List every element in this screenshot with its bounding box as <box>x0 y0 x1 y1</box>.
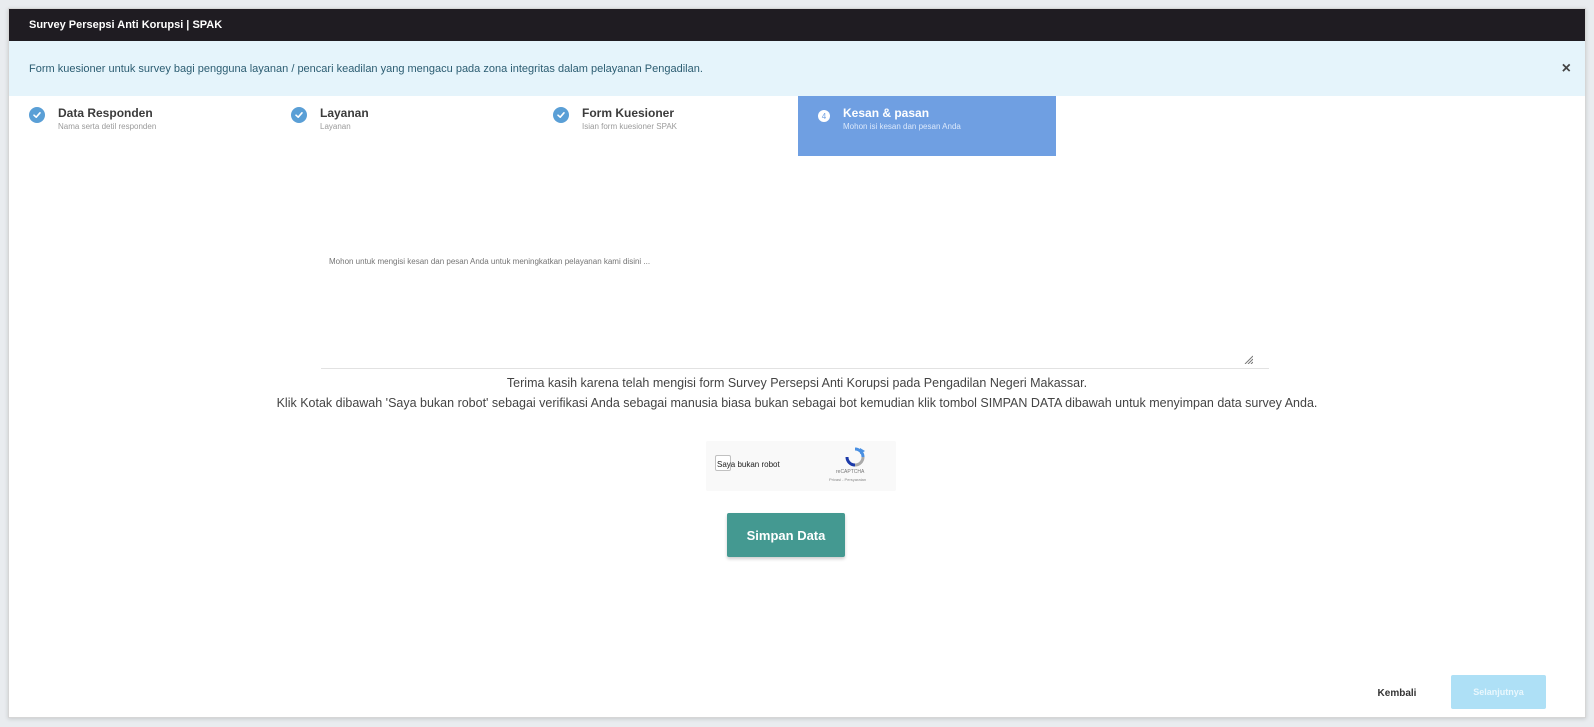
thanks-message: Terima kasih karena telah mengisi form S… <box>506 376 1088 390</box>
next-button[interactable]: Selanjutnya <box>1451 675 1546 709</box>
recaptcha-brand: reCAPTCHA <box>836 469 865 475</box>
window-title-bar: Survey Persepsi Anti Korupsi | SPAK <box>9 9 1585 41</box>
step-layanan[interactable]: Layanan Layanan <box>271 96 529 156</box>
save-button[interactable]: Simpan Data <box>727 513 845 557</box>
recaptcha-logo-icon <box>843 447 867 467</box>
step-label: Data Responden <box>58 106 153 120</box>
recaptcha-terms[interactable]: Privasi - Persyaratan <box>829 477 866 482</box>
form-content: Terima kasih karena telah mengisi form S… <box>9 156 1585 716</box>
info-text: Form kuesioner untuk survey bagi penggun… <box>29 62 703 75</box>
step-label: Layanan <box>320 106 369 120</box>
back-button[interactable]: Kembali <box>1352 680 1442 706</box>
check-circle-icon <box>553 107 569 123</box>
step-sublabel: Layanan <box>320 122 351 131</box>
step-sublabel: Isian form kuesioner SPAK <box>582 122 678 131</box>
check-circle-icon <box>291 107 307 123</box>
wizard-steps: Data Responden Nama serta detil responde… <box>9 96 1585 156</box>
window-title: Survey Persepsi Anti Korupsi | SPAK <box>29 19 223 31</box>
survey-modal: Survey Persepsi Anti Korupsi | SPAK Form… <box>8 8 1586 718</box>
info-alert: Form kuesioner untuk survey bagi penggun… <box>9 41 1585 96</box>
step-sublabel: Mohon isi kesan dan pesan Anda <box>843 122 961 131</box>
step-label: Form Kuesioner <box>582 106 675 120</box>
captcha-instructions: Klik Kotak dibawah 'Saya bukan robot' se… <box>276 396 1318 410</box>
step-form-kuesioner[interactable]: Form Kuesioner Isian form kuesioner SPAK <box>533 96 791 156</box>
step-number: 4 <box>818 110 830 122</box>
check-circle-icon <box>29 107 45 123</box>
recaptcha-label: Saya bukan robot <box>717 460 780 469</box>
step-kesan-pasan[interactable]: 4 Kesan & pasan Mohon isi kesan dan pesa… <box>798 96 1056 156</box>
recaptcha-widget: Saya bukan robot reCAPTCHA Privasi - Per… <box>706 441 896 491</box>
close-icon[interactable]: × <box>1562 60 1571 77</box>
resize-grip-icon[interactable] <box>1241 354 1255 366</box>
step-label: Kesan & pasan <box>843 106 930 120</box>
message-textarea[interactable] <box>321 251 1269 369</box>
step-sublabel: Nama serta detil responden <box>58 122 157 131</box>
step-data-responden[interactable]: Data Responden Nama serta detil responde… <box>9 96 267 156</box>
